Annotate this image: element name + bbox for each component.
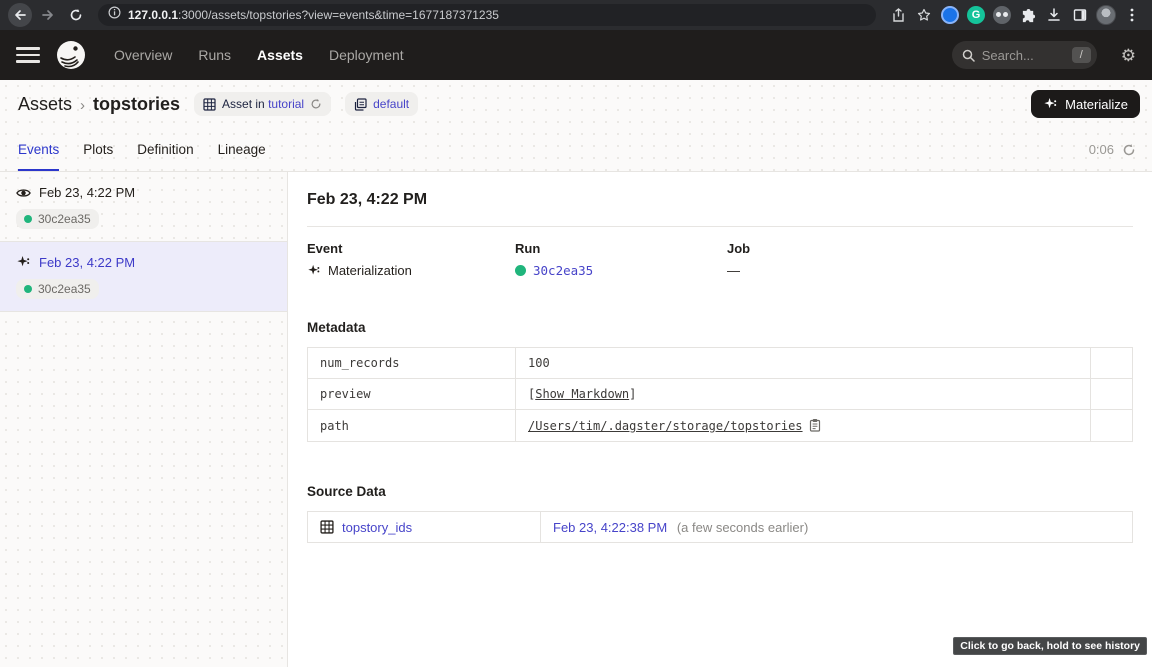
show-markdown-link[interactable]: Show Markdown <box>535 387 629 401</box>
job-value: — <box>727 263 740 278</box>
dagster-logo <box>56 40 86 70</box>
metadata-value: 100 <box>516 348 1091 379</box>
asset-page-header: Assets › topstories Asset in tutorial de… <box>0 80 1152 128</box>
table-row: preview [Show Markdown] <box>308 379 1133 410</box>
materialize-button-label: Materialize <box>1065 97 1128 112</box>
tab-plots[interactable]: Plots <box>83 128 113 171</box>
repo-location-chip[interactable]: default <box>345 92 418 116</box>
browser-address-bar[interactable]: 127.0.0.1:3000/assets/topstories?view=ev… <box>98 4 876 26</box>
table-row: num_records 100 <box>308 348 1133 379</box>
materialization-sparkle-icon <box>307 264 321 278</box>
copy-to-clipboard-icon[interactable] <box>809 418 821 432</box>
downloads-icon[interactable] <box>1042 3 1066 27</box>
event-detail-panel: Feb 23, 4:22 PM Event Materialization Ru… <box>288 172 1152 667</box>
materialize-sparkle-icon <box>1043 97 1058 112</box>
browser-toolbar: 127.0.0.1:3000/assets/topstories?view=ev… <box>0 0 1152 30</box>
browser-back-button[interactable] <box>8 3 32 27</box>
table-row: topstory_ids Feb 23, 4:22:38 PM (a few s… <box>308 512 1133 543</box>
event-detail-title: Feb 23, 4:22 PM <box>307 191 1133 209</box>
metadata-key: num_records <box>308 348 516 379</box>
table-icon <box>320 520 334 534</box>
run-column-label: Run <box>515 241 727 256</box>
nav-link-runs[interactable]: Runs <box>198 47 231 63</box>
metadata-key: path <box>308 410 516 442</box>
extensions-puzzle-icon[interactable] <box>1016 3 1040 27</box>
metadata-key: preview <box>308 379 516 410</box>
refresh-countdown: 0:06 <box>1089 142 1114 157</box>
reload-definitions-icon[interactable] <box>310 98 322 110</box>
materialize-button[interactable]: Materialize <box>1031 90 1140 118</box>
breadcrumb-assets[interactable]: Assets <box>18 94 72 115</box>
tab-lineage[interactable]: Lineage <box>218 128 266 171</box>
run-tag[interactable]: 30c2ea35 <box>16 209 99 229</box>
bookmark-star-icon[interactable] <box>912 3 936 27</box>
nav-link-assets[interactable]: Assets <box>257 47 303 63</box>
hamburger-menu-icon[interactable] <box>16 43 40 67</box>
event-list-sidebar: Feb 23, 4:22 PM 30c2ea35 Feb 23, 4:22 PM… <box>0 172 288 667</box>
event-list-item-materialization[interactable]: Feb 23, 4:22 PM 30c2ea35 <box>0 242 287 312</box>
metadata-section-title: Metadata <box>307 320 1133 335</box>
breadcrumb: Assets › topstories <box>18 94 180 115</box>
event-column-label: Event <box>307 241 515 256</box>
asset-tabs: Events Plots Definition Lineage 0:06 <box>0 128 1152 172</box>
table-icon <box>203 98 216 111</box>
breadcrumb-separator-icon: › <box>80 97 85 114</box>
search-shortcut-badge: / <box>1072 47 1091 63</box>
source-data-section-title: Source Data <box>307 484 1133 499</box>
source-event-time-note: (a few seconds earlier) <box>677 520 809 535</box>
event-time: Feb 23, 4:22 PM <box>39 255 135 270</box>
search-input[interactable]: Search... / <box>952 41 1097 69</box>
source-event-time-link[interactable]: Feb 23, 4:22:38 PM <box>553 520 667 535</box>
asset-group-chip-label: Asset in tutorial <box>222 97 304 111</box>
eye-icon <box>16 187 31 199</box>
event-list-item-observation[interactable]: Feb 23, 4:22 PM 30c2ea35 <box>0 172 287 242</box>
side-panel-icon[interactable] <box>1068 3 1092 27</box>
source-data-table: topstory_ids Feb 23, 4:22:38 PM (a few s… <box>307 511 1133 543</box>
browser-menu-kebab-icon[interactable] <box>1120 3 1144 27</box>
repo-location-chip-label: default <box>373 97 409 111</box>
job-column-label: Job <box>727 241 750 256</box>
copy-stack-icon <box>354 98 367 111</box>
materialization-sparkle-icon <box>16 255 31 270</box>
extension-history-icon[interactable] <box>938 3 962 27</box>
profile-avatar[interactable] <box>1094 3 1118 27</box>
site-info-icon[interactable] <box>108 6 121 24</box>
breadcrumb-asset-name: topstories <box>93 94 180 115</box>
event-time: Feb 23, 4:22 PM <box>39 185 135 200</box>
run-status-dot <box>24 215 32 223</box>
extension-goggles-icon[interactable] <box>990 3 1014 27</box>
run-status-dot <box>24 285 32 293</box>
nav-link-overview[interactable]: Overview <box>114 47 172 63</box>
tab-definition[interactable]: Definition <box>137 128 193 171</box>
asset-group-chip[interactable]: Asset in tutorial <box>194 92 331 116</box>
browser-back-tooltip: Click to go back, hold to see history <box>953 637 1147 655</box>
table-row: path /Users/tim/.dagster/storage/topstor… <box>308 410 1133 442</box>
browser-forward-button[interactable] <box>36 3 60 27</box>
url-text: 127.0.0.1:3000/assets/topstories?view=ev… <box>128 8 499 22</box>
event-type-value: Materialization <box>328 263 412 278</box>
share-icon[interactable] <box>886 3 910 27</box>
run-id-link[interactable]: 30c2ea35 <box>533 263 593 278</box>
run-status-dot <box>515 265 526 276</box>
search-placeholder: Search... <box>982 48 1065 63</box>
metadata-table: num_records 100 preview [Show Markdown] … <box>307 347 1133 442</box>
upstream-asset-link[interactable]: topstory_ids <box>320 520 528 535</box>
nav-link-deployment[interactable]: Deployment <box>329 47 404 63</box>
path-link[interactable]: /Users/tim/.dagster/storage/topstories <box>528 419 803 433</box>
grammarly-icon[interactable]: G <box>964 3 988 27</box>
run-tag[interactable]: 30c2ea35 <box>16 279 99 299</box>
metadata-value: /Users/tim/.dagster/storage/topstories <box>516 410 1091 442</box>
gear-icon[interactable]: ⚙ <box>1121 47 1136 64</box>
search-icon <box>962 49 975 62</box>
refresh-icon[interactable] <box>1122 143 1136 157</box>
browser-reload-button[interactable] <box>64 3 88 27</box>
tab-events[interactable]: Events <box>18 128 59 171</box>
metadata-value: [Show Markdown] <box>516 379 1091 410</box>
app-nav-bar: Overview Runs Assets Deployment Search..… <box>0 30 1152 80</box>
